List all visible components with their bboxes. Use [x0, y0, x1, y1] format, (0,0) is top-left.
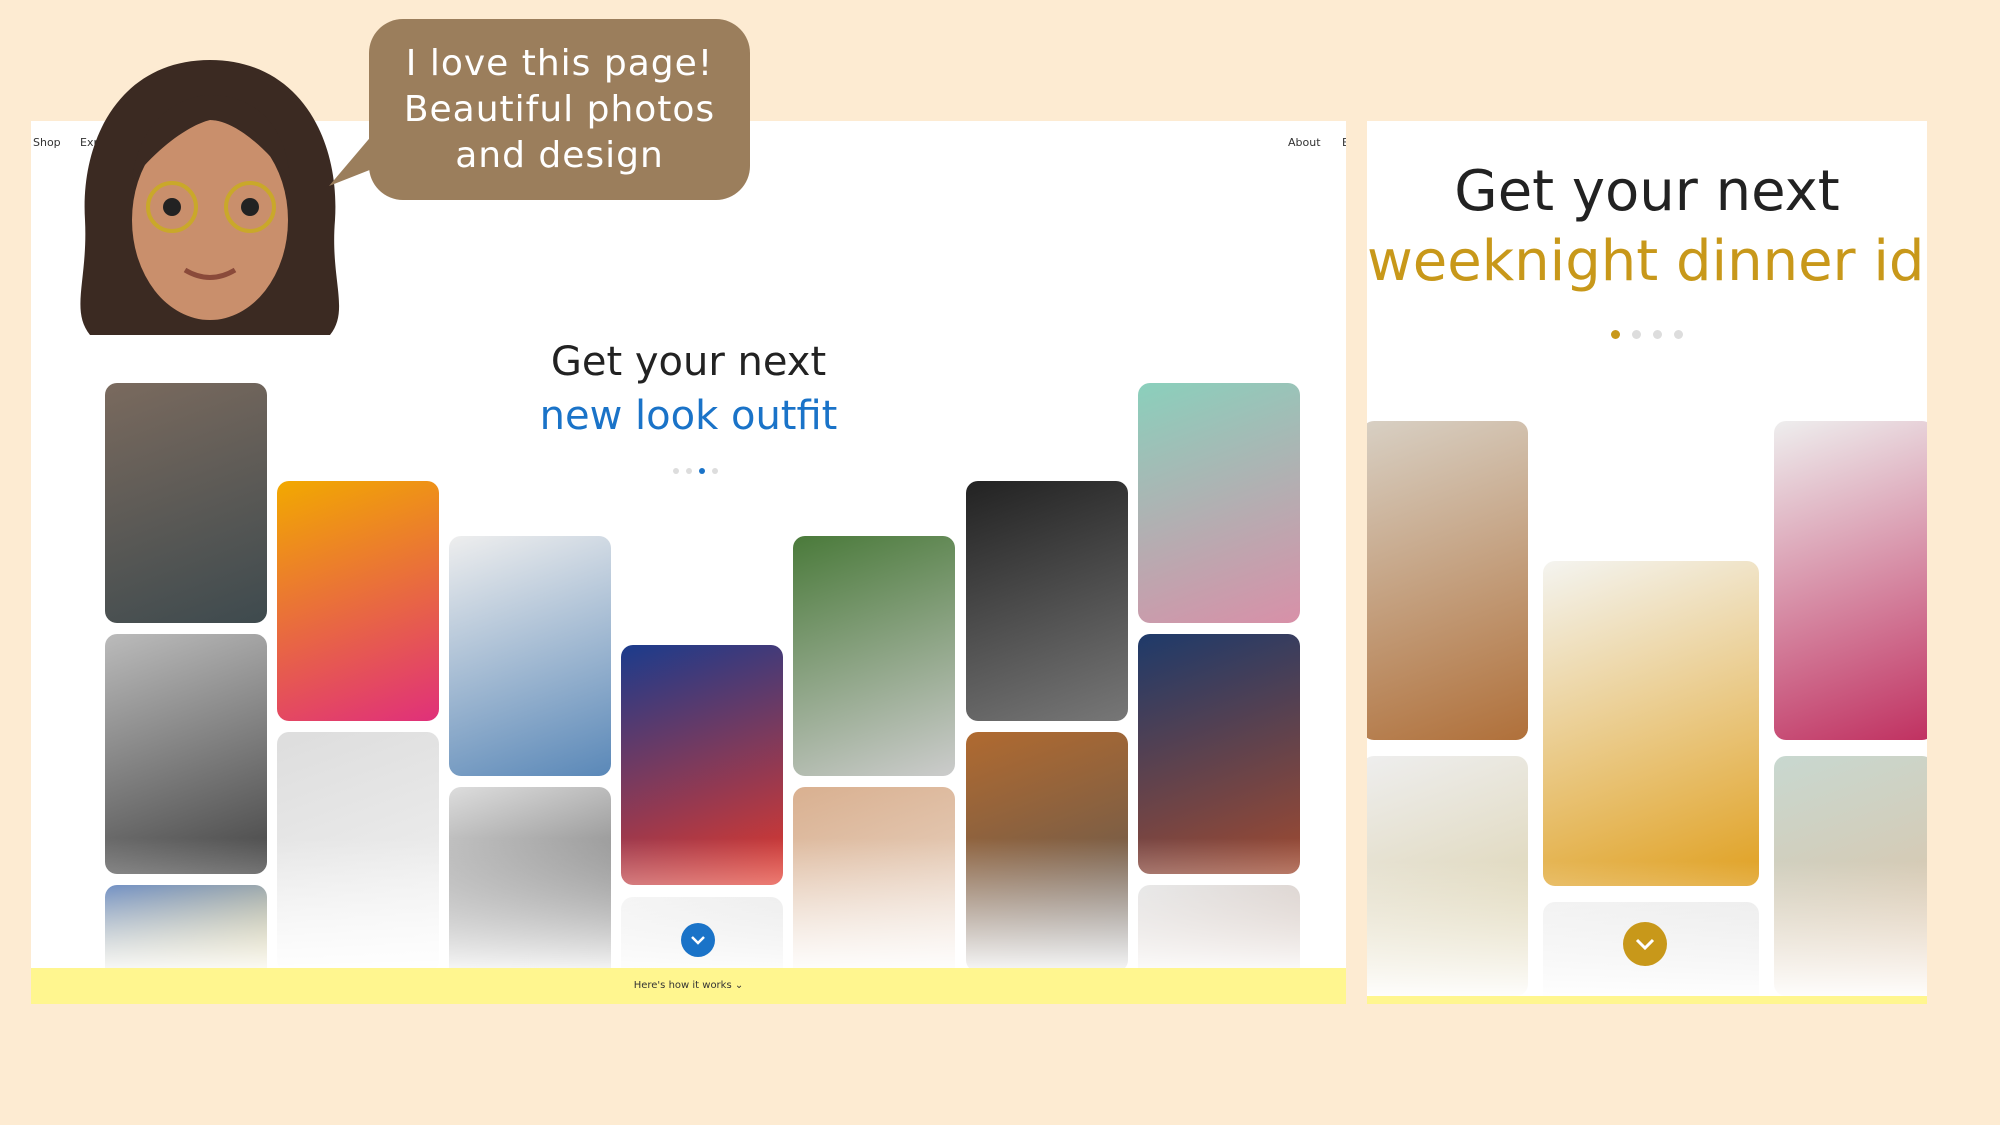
- chevron-down-icon: [1635, 938, 1655, 950]
- photo-tile[interactable]: [1367, 421, 1528, 740]
- nav-business[interactable]: B: [1342, 136, 1346, 149]
- scroll-down-button[interactable]: [681, 923, 715, 957]
- bubble-line: I love this page!: [405, 43, 714, 84]
- bubble-line: Beautiful photos: [403, 89, 716, 130]
- headline: Get your next: [1454, 159, 1840, 224]
- scroll-down-button[interactable]: [1623, 922, 1667, 966]
- carousel-dot[interactable]: [1674, 330, 1683, 339]
- photo-tile[interactable]: [449, 536, 611, 776]
- nav-about[interactable]: About: [1288, 136, 1321, 149]
- fade-overlay: [31, 838, 1346, 978]
- carousel-dot[interactable]: [712, 468, 718, 474]
- food-page-screenshot: Get your next weeknight dinner idea: [1367, 121, 1927, 1004]
- headline-highlight: weeknight dinner idea: [1367, 229, 1927, 294]
- carousel-dot[interactable]: [1632, 330, 1641, 339]
- carousel-dot-active[interactable]: [699, 468, 705, 474]
- chevron-down-icon: [691, 936, 705, 945]
- how-it-works-link[interactable]: Here's how it works: [634, 980, 732, 991]
- carousel-dot[interactable]: [673, 468, 679, 474]
- nav-shop[interactable]: Shop: [33, 136, 61, 149]
- bitmoji-avatar: [80, 60, 340, 335]
- footer-bar[interactable]: Here's how it works ⌄: [31, 968, 1346, 1004]
- photo-tile[interactable]: [105, 383, 267, 623]
- photo-tile[interactable]: [277, 481, 439, 721]
- carousel-dots[interactable]: [673, 468, 718, 474]
- chevron-down-icon: ⌄: [734, 980, 744, 991]
- photo-tile[interactable]: [793, 536, 955, 776]
- carousel-dot-active[interactable]: [1611, 330, 1620, 339]
- photo-tile[interactable]: [1774, 421, 1927, 740]
- carousel-dot[interactable]: [686, 468, 692, 474]
- photo-tile[interactable]: [966, 481, 1128, 721]
- photo-tile[interactable]: [1138, 383, 1300, 623]
- speech-bubble: I love this page! Beautiful photos and d…: [369, 19, 750, 200]
- photo-tile[interactable]: [1543, 561, 1759, 886]
- footer-bar: [1367, 996, 1927, 1004]
- bubble-line: and design: [455, 135, 664, 176]
- carousel-dot[interactable]: [1653, 330, 1662, 339]
- carousel-dots[interactable]: [1611, 330, 1683, 339]
